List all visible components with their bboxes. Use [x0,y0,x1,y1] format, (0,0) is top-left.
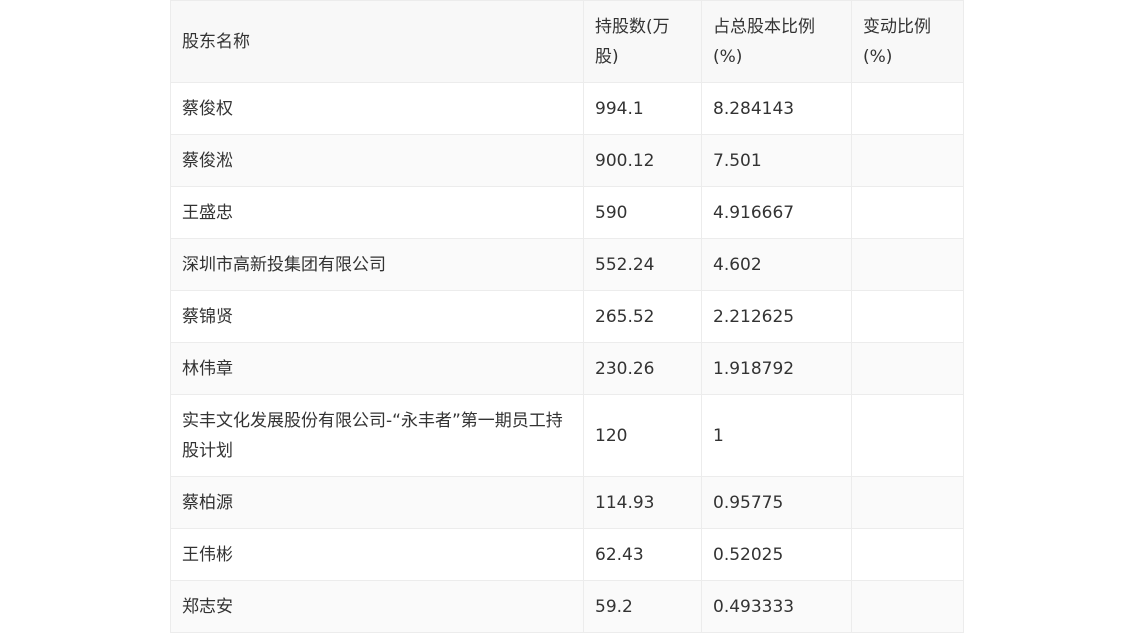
shareholder-table-container: 股东名称 持股数(万股) 占总股本比例(%) 变动比例(%) 蔡俊权 994.1… [170,0,964,633]
cell-share-ratio: 4.602 [701,238,852,291]
table-row: 深圳市高新投集团有限公司 552.24 4.602 [170,238,964,291]
table-row: 蔡锦贤 265.52 2.212625 [170,290,964,343]
cell-share-ratio: 0.52025 [701,528,852,581]
shareholder-table: 股东名称 持股数(万股) 占总股本比例(%) 变动比例(%) 蔡俊权 994.1… [170,0,964,633]
cell-shareholder-name: 蔡锦贤 [170,290,584,343]
cell-share-ratio: 8.284143 [701,82,852,135]
cell-shares: 120 [583,394,702,477]
cell-shareholder-name: 郑志安 [170,580,584,633]
table-row: 蔡俊权 994.1 8.284143 [170,82,964,135]
table-row: 蔡柏源 114.93 0.95775 [170,476,964,529]
table-row: 林伟章 230.26 1.918792 [170,342,964,395]
cell-change-ratio [851,342,964,395]
cell-change-ratio [851,238,964,291]
cell-change-ratio [851,528,964,581]
cell-share-ratio: 0.95775 [701,476,852,529]
cell-shares: 994.1 [583,82,702,135]
cell-share-ratio: 7.501 [701,134,852,187]
table-row: 实丰文化发展股份有限公司-“永丰者”第一期员工持股计划 120 1 [170,394,964,477]
table-body: 蔡俊权 994.1 8.284143 蔡俊淞 900.12 7.501 王盛忠 … [170,82,964,633]
cell-change-ratio [851,394,964,477]
cell-shareholder-name: 蔡俊权 [170,82,584,135]
cell-shares: 114.93 [583,476,702,529]
cell-change-ratio [851,290,964,343]
header-shares: 持股数(万股) [583,0,702,83]
cell-shareholder-name: 深圳市高新投集团有限公司 [170,238,584,291]
cell-shareholder-name: 王盛忠 [170,186,584,239]
cell-shareholder-name: 林伟章 [170,342,584,395]
cell-shareholder-name: 蔡俊淞 [170,134,584,187]
cell-shareholder-name: 蔡柏源 [170,476,584,529]
cell-shares: 230.26 [583,342,702,395]
table-row: 蔡俊淞 900.12 7.501 [170,134,964,187]
header-row: 股东名称 持股数(万股) 占总股本比例(%) 变动比例(%) [170,0,964,83]
cell-change-ratio [851,186,964,239]
header-shareholder-name: 股东名称 [170,0,584,83]
cell-change-ratio [851,82,964,135]
cell-change-ratio [851,134,964,187]
table-row: 王伟彬 62.43 0.52025 [170,528,964,581]
cell-shares: 552.24 [583,238,702,291]
table-row: 王盛忠 590 4.916667 [170,186,964,239]
cell-shareholder-name: 王伟彬 [170,528,584,581]
cell-shares: 265.52 [583,290,702,343]
cell-shares: 62.43 [583,528,702,581]
cell-change-ratio [851,476,964,529]
header-share-ratio: 占总股本比例(%) [701,0,852,83]
table-row: 郑志安 59.2 0.493333 [170,580,964,633]
cell-shares: 59.2 [583,580,702,633]
cell-share-ratio: 4.916667 [701,186,852,239]
cell-share-ratio: 1 [701,394,852,477]
table-header: 股东名称 持股数(万股) 占总股本比例(%) 变动比例(%) [170,0,964,83]
cell-shares: 900.12 [583,134,702,187]
cell-share-ratio: 0.493333 [701,580,852,633]
cell-change-ratio [851,580,964,633]
cell-shareholder-name: 实丰文化发展股份有限公司-“永丰者”第一期员工持股计划 [170,394,584,477]
header-change-ratio: 变动比例(%) [851,0,964,83]
cell-share-ratio: 1.918792 [701,342,852,395]
cell-shares: 590 [583,186,702,239]
cell-share-ratio: 2.212625 [701,290,852,343]
